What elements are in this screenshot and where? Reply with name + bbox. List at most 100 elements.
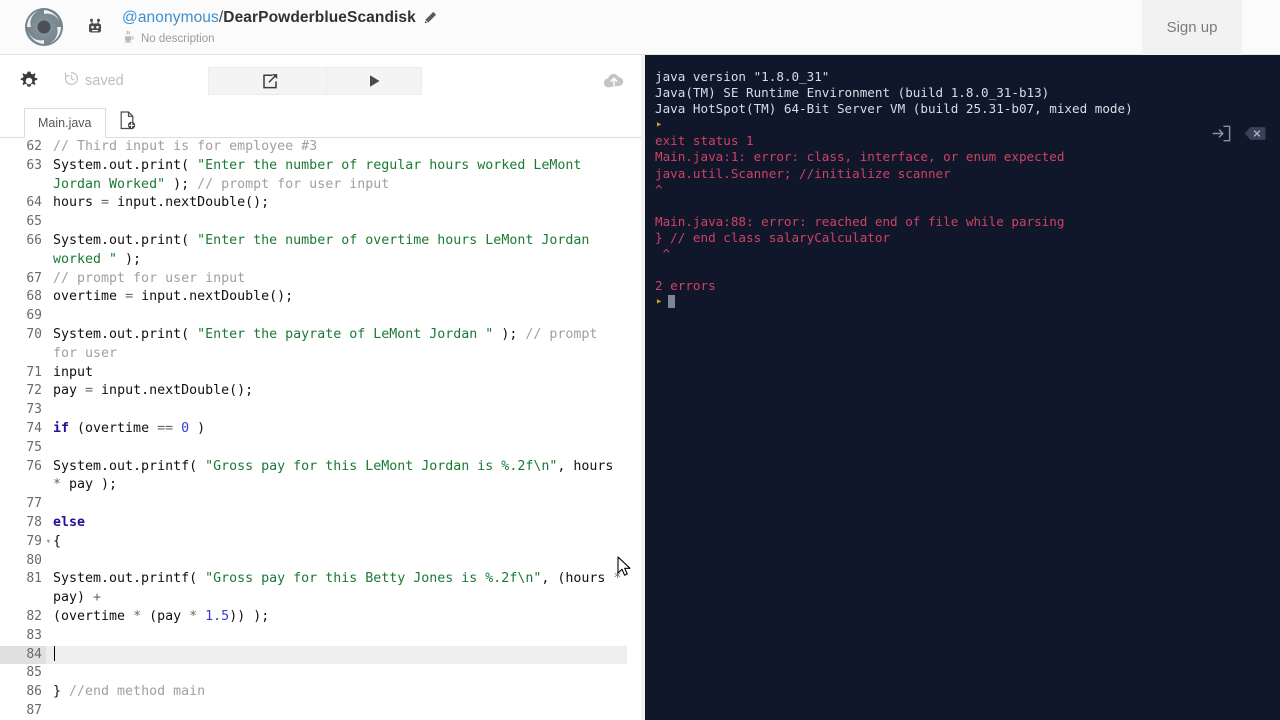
editor-toolbar: saved [0,55,645,107]
top-header: @anonymous / DearPowderblueScandisk No d… [0,0,1280,55]
code-token-plain: , hours [557,458,622,474]
console-line: 2 errors [655,278,716,294]
code-line[interactable]: 81 System.out.printf( "Gross pay for this… [0,570,627,608]
repl-owner-link[interactable]: @anonymous [122,8,219,27]
replit-ide-window: @anonymous / DearPowderblueScandisk No d… [0,0,1280,720]
line-number: 78 [26,514,42,530]
code-token-plain: System.out.printf( [53,571,206,587]
console-line: java version "1.8.0_31" [655,69,830,84]
code-token-comment: // Third input is for employee #3 [53,139,318,154]
code-line[interactable]: 66 System.out.print( "Enter the number of… [0,232,627,270]
repl-name[interactable]: DearPowderblueScandisk [223,8,416,27]
line-number: 77 [26,496,42,512]
line-number: 71 [26,364,42,380]
code-line[interactable]: 69 [0,307,627,326]
fold-toggle-icon[interactable]: ▾ [46,533,51,552]
code-line-text [46,645,627,665]
code-line[interactable]: 72 pay = input.nextDouble(); [0,382,627,401]
signup-button[interactable]: Sign up [1142,0,1242,55]
line-number: 80 [26,552,42,568]
line-number: 66 [26,232,42,248]
code-line-text: hours = input.nextDouble(); [46,194,627,213]
code-token-op: = [85,383,94,399]
code-token-plain: input.nextDouble(); [109,195,270,211]
pencil-icon[interactable] [424,11,437,24]
code-line-text: System.out.printf( "Gross pay for this L… [46,458,627,496]
line-number: 76 [26,458,42,474]
code-line[interactable]: 80 [0,552,627,571]
line-number: 68 [26,289,42,305]
new-file-plus-icon[interactable] [116,107,140,137]
code-line-text: else [46,514,627,533]
line-number: 69 [26,308,42,324]
code-token-string: "Gross pay for this LeMont Jordan is %.2… [205,458,558,474]
console-pane[interactable]: java version "1.8.0_31" Java(TM) SE Runti… [645,55,1280,720]
console-controls [1210,123,1266,143]
code-line-text: { [46,533,627,552]
code-line[interactable]: 84 [0,645,627,665]
code-editor[interactable]: 62// Third input is for employee #3 63 Sys… [0,138,645,720]
code-line[interactable]: 83 [0,627,627,646]
code-token-plain: ); [117,251,142,267]
code-line[interactable]: 82 (overtime * (pay * 1.5)) ); [0,608,627,627]
code-token-num: 1.5 [205,608,230,624]
backspace-clear-icon[interactable] [1244,123,1266,143]
code-token-plain: System.out.printf( [53,458,206,474]
java-coffee-cup-icon [122,30,135,48]
code-line[interactable]: 62 // Third input is for employee #3 [0,138,627,157]
line-number: 82 [26,608,42,624]
run-button[interactable] [326,67,422,95]
code-line[interactable]: 87 [0,702,627,720]
code-line[interactable]: 67 // prompt for user input [0,270,627,289]
code-line[interactable]: 78 else [0,514,627,533]
enter-input-icon[interactable] [1210,123,1232,143]
line-number: 65 [26,214,42,230]
code-token-plain: pay ); [61,477,118,493]
code-line[interactable]: 63 System.out.print( "Enter the number of… [0,157,627,195]
code-line[interactable]: 86} //end method main [0,683,627,702]
share-button[interactable] [208,67,330,95]
console-line: } // end class salaryCalculator [655,229,891,245]
robot-icon[interactable] [78,0,112,55]
code-line[interactable]: 75 [0,439,627,458]
code-token-plain: (overtime [53,608,134,624]
code-line-text: System.out.printf( "Gross pay for this B… [46,570,627,608]
code-token-num: 0 [181,420,190,436]
terminal-cursor [667,295,675,309]
code-line-text: (overtime * (pay * 1.5)) ); [46,608,627,627]
replit-spiral-logo[interactable] [16,0,72,55]
code-line[interactable]: 70 System.out.print( "Enter the payrate o… [0,326,627,364]
code-line[interactable]: 79 ▾{ [0,533,627,552]
code-token-plain: System.out.print( [53,157,198,173]
repl-description: No description [141,33,215,45]
code-line[interactable]: 73 [0,401,627,420]
code-line[interactable]: 85 [0,664,627,683]
code-line[interactable]: 64 hours = input.nextDouble(); [0,194,627,213]
code-token-op: + [93,590,102,606]
console-line: ^ [655,246,671,262]
code-line-text: System.out.print( "Enter the payrate of … [46,326,627,364]
gear-icon[interactable] [16,68,42,94]
code-token-plain: )) ); [229,608,270,624]
code-token-plain: hours [53,195,102,211]
code-token-plain: input.nextDouble(); [93,383,254,399]
line-number: 72 [26,383,42,399]
code-line[interactable]: 65 [0,213,627,232]
code-token-plain: System.out.print( [53,326,198,342]
line-number: 67 [26,270,42,286]
code-line[interactable]: 76 System.out.printf( "Gross pay for this… [0,458,627,496]
code-token-plain: ) [189,420,206,436]
line-number: 83 [26,627,42,643]
cloud-upload-icon[interactable] [601,69,627,93]
repl-description-row: No description [122,30,437,48]
code-line[interactable]: 77 [0,495,627,514]
code-line[interactable]: 74 if (overtime == 0 ) [0,420,627,439]
code-line[interactable]: 71 input [0,364,627,383]
code-line-text: input [46,364,627,383]
console-line: exit status 1 [655,133,754,149]
tab-main-java[interactable]: Main.java [24,108,106,138]
breadcrumb: @anonymous / DearPowderblueScandisk [122,8,437,27]
code-line[interactable]: 68 overtime = input.nextDouble(); [0,288,627,307]
